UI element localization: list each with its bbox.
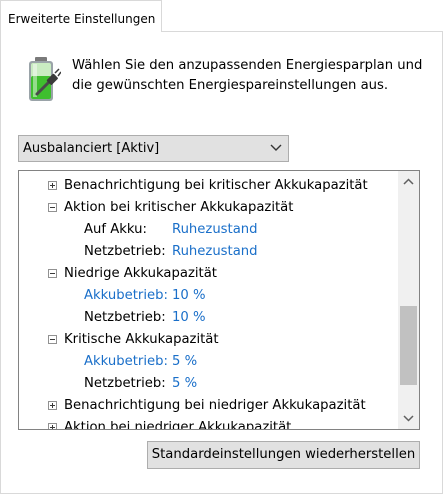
chevron-down-icon <box>270 144 282 151</box>
setting-label: Netzbetrieb: <box>84 310 166 325</box>
power-plan-select[interactable]: Ausbalanciert [Aktiv] <box>18 135 289 162</box>
scroll-up-arrow-icon[interactable] <box>398 171 419 192</box>
restore-defaults-button[interactable]: Standardeinstellungen wiederherstellen <box>147 441 420 469</box>
tree-scrollbar[interactable] <box>398 171 419 429</box>
tree-item-label: Benachrichtigung bei kritischer Akkukapa… <box>64 178 368 193</box>
setting-value-link[interactable]: 10 % <box>172 310 206 325</box>
tree-item-label: Benachrichtigung bei niedriger Akkukapaz… <box>64 398 366 413</box>
minus-box-icon[interactable] <box>48 269 57 278</box>
setting-value-link[interactable]: Ruhezustand <box>172 244 258 259</box>
setting-value-link[interactable]: Ruhezustand <box>172 222 258 237</box>
setting-value-link[interactable]: 5 % <box>172 376 197 391</box>
setting-label: Auf Akku: <box>84 222 147 237</box>
intro-text: Wählen Sie den anzupassenden Energiespar… <box>72 58 423 93</box>
tree-item-label: Aktion bei kritischer Akkukapazität <box>64 200 294 215</box>
settings-tree[interactable]: Benachrichtigung bei kritischer Akkukapa… <box>18 170 420 430</box>
setting-label: Netzbetrieb: <box>84 376 166 391</box>
tree-item-label: Niedrige Akkukapazität <box>64 266 217 281</box>
setting-value-link[interactable]: 5 % <box>172 354 197 369</box>
setting-label: Akkubetrieb: <box>84 354 168 369</box>
setting-label: Akkubetrieb: <box>84 288 168 303</box>
plus-box-icon[interactable] <box>48 401 57 410</box>
plus-box-icon[interactable] <box>48 181 57 190</box>
setting-value-link[interactable]: 10 % <box>172 288 206 303</box>
tab-advanced-settings[interactable]: Erweiterte Einstellungen <box>0 0 162 32</box>
scroll-down-arrow-icon[interactable] <box>398 408 419 429</box>
scrollbar-thumb[interactable] <box>400 306 417 385</box>
setting-label: Netzbetrieb: <box>84 244 166 259</box>
tree-item-label: Kritische Akkukapazität <box>64 332 219 347</box>
plus-box-icon[interactable] <box>48 423 57 429</box>
tab-label: Erweiterte Einstellungen <box>8 12 156 26</box>
minus-box-icon[interactable] <box>48 203 57 212</box>
battery-plug-icon <box>29 57 61 101</box>
tree-item-label: Aktion bei niedriger Akkukapazität <box>64 420 292 430</box>
power-plan-value: Ausbalanciert [Aktiv] <box>23 141 160 156</box>
minus-box-icon[interactable] <box>48 335 57 344</box>
